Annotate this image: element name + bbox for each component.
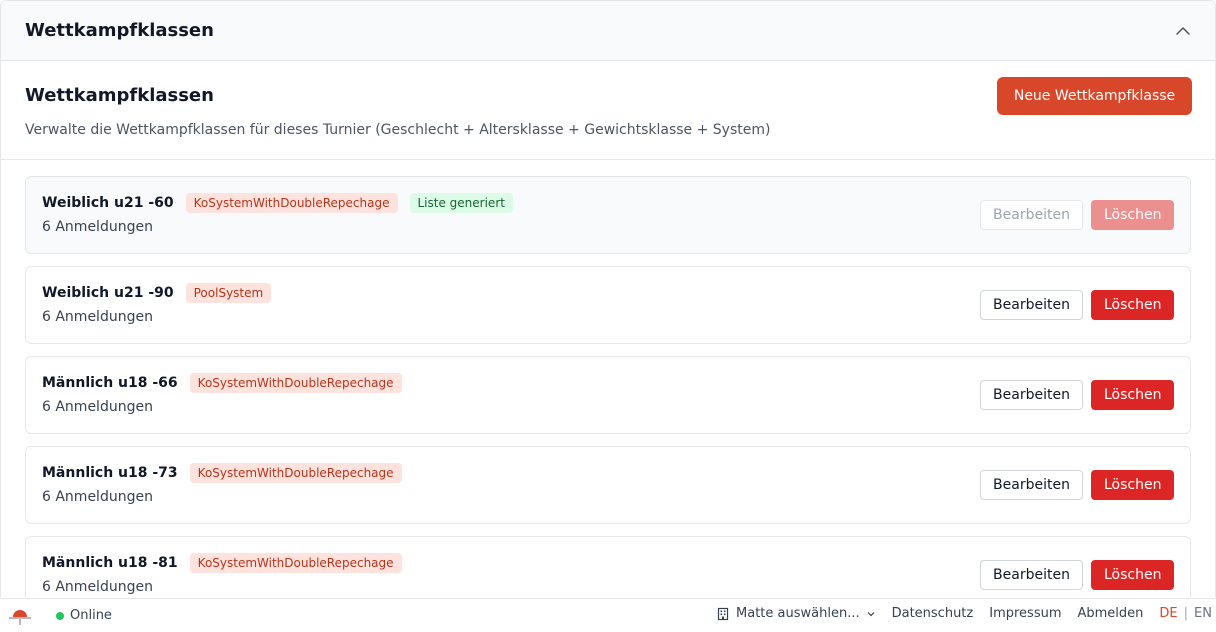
status-badge: Liste generiert bbox=[409, 193, 513, 213]
new-class-button[interactable]: Neue Wettkampfklasse bbox=[997, 77, 1192, 115]
system-badge: PoolSystem bbox=[185, 283, 272, 303]
section-description: Verwalte die Wettkampfklassen für dieses… bbox=[25, 122, 771, 138]
section-header: Wettkampfklassen Verwalte die Wettkampfk… bbox=[1, 61, 1215, 160]
lang-en[interactable]: EN bbox=[1194, 606, 1212, 621]
app-logo-icon bbox=[9, 610, 31, 625]
logout-link[interactable]: Abmelden bbox=[1078, 606, 1144, 621]
delete-button[interactable]: Löschen bbox=[1091, 200, 1174, 230]
class-card: Männlich u18 -81 KoSystemWithDoubleRepec… bbox=[25, 536, 1191, 601]
class-list: Weiblich u21 -60 KoSystemWithDoubleRepec… bbox=[1, 160, 1215, 601]
class-card: Männlich u18 -73 KoSystemWithDoubleRepec… bbox=[25, 446, 1191, 524]
mat-select[interactable]: Matte auswählen... bbox=[716, 606, 876, 621]
building-icon bbox=[717, 607, 729, 620]
footer-bar: Online Matte auswählen... Datenschutz Im… bbox=[0, 598, 1216, 632]
edit-button[interactable]: Bearbeiten bbox=[980, 380, 1083, 410]
imprint-link[interactable]: Impressum bbox=[989, 606, 1061, 621]
system-badge: KoSystemWithDoubleRepechage bbox=[185, 193, 398, 213]
edit-button[interactable]: Bearbeiten bbox=[980, 470, 1083, 500]
language-switch: DE | EN bbox=[1159, 606, 1212, 621]
system-badge: KoSystemWithDoubleRepechage bbox=[189, 373, 402, 393]
delete-button[interactable]: Löschen bbox=[1091, 560, 1174, 590]
lang-separator: | bbox=[1183, 606, 1189, 621]
system-badge: KoSystemWithDoubleRepechage bbox=[189, 463, 402, 483]
competition-classes-panel: Wettkampfklassen Wettkampfklassen Verwal… bbox=[0, 0, 1216, 601]
panel-title: Wettkampfklassen bbox=[25, 20, 214, 41]
mat-select-label: Matte auswählen... bbox=[736, 606, 860, 621]
class-name: Männlich u18 -81 bbox=[42, 555, 178, 571]
class-name: Weiblich u21 -60 bbox=[42, 195, 174, 211]
class-name: Männlich u18 -73 bbox=[42, 465, 178, 481]
connection-status: Online bbox=[56, 608, 112, 623]
panel-header[interactable]: Wettkampfklassen bbox=[1, 1, 1215, 61]
class-card: Männlich u18 -66 KoSystemWithDoubleRepec… bbox=[25, 356, 1191, 434]
chevron-up-icon[interactable] bbox=[1175, 23, 1191, 39]
edit-button[interactable]: Bearbeiten bbox=[980, 560, 1083, 590]
chevron-down-icon bbox=[867, 611, 875, 616]
class-name: Männlich u18 -66 bbox=[42, 375, 178, 391]
delete-button[interactable]: Löschen bbox=[1091, 290, 1174, 320]
delete-button[interactable]: Löschen bbox=[1091, 380, 1174, 410]
delete-button[interactable]: Löschen bbox=[1091, 470, 1174, 500]
lang-de[interactable]: DE bbox=[1159, 606, 1177, 621]
online-indicator-icon bbox=[56, 611, 64, 620]
status-label: Online bbox=[70, 608, 112, 623]
class-card: Weiblich u21 -60 KoSystemWithDoubleRepec… bbox=[25, 176, 1191, 254]
class-card: Weiblich u21 -90 PoolSystem 6 Anmeldunge… bbox=[25, 266, 1191, 344]
edit-button[interactable]: Bearbeiten bbox=[980, 290, 1083, 320]
privacy-link[interactable]: Datenschutz bbox=[892, 606, 974, 621]
system-badge: KoSystemWithDoubleRepechage bbox=[189, 553, 402, 573]
class-name: Weiblich u21 -90 bbox=[42, 285, 174, 301]
edit-button[interactable]: Bearbeiten bbox=[980, 200, 1083, 230]
